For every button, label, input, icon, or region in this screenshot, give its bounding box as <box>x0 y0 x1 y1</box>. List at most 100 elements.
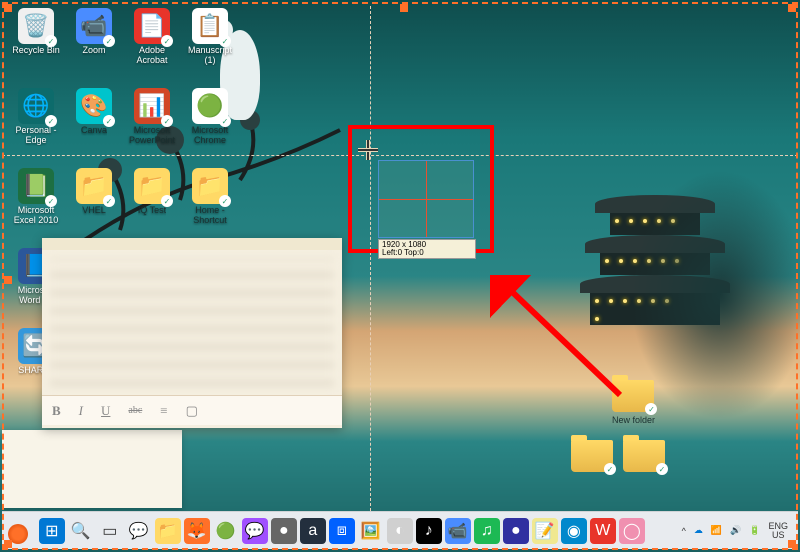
powerpoint-app-icon: 📊✓ <box>134 88 170 124</box>
sync-badge: ✓ <box>219 195 231 207</box>
chrome-app-icon: 🟢✓ <box>192 88 228 124</box>
sticky-note-header[interactable] <box>42 238 342 250</box>
powerpoint-app[interactable]: 📊✓Microsoft PowerPoint <box>124 86 180 164</box>
sync-badge: ✓ <box>103 115 115 127</box>
underline-button[interactable]: U <box>101 403 110 419</box>
sticky-note-content[interactable] <box>42 250 342 395</box>
sync-badge: ✓ <box>219 115 231 127</box>
unknown-3[interactable]: ● <box>503 518 529 544</box>
task-view[interactable]: ▭ <box>97 518 123 544</box>
sticky-note-2[interactable] <box>2 430 182 508</box>
vhel-folder-label: VHEL <box>82 206 106 216</box>
canva-app-label: Canva <box>81 126 107 136</box>
canva-app-icon: 🎨✓ <box>76 88 112 124</box>
unknown-4[interactable]: ◉ <box>561 518 587 544</box>
sync-badge: ✓ <box>103 195 115 207</box>
sticky-note-window[interactable]: B I U abc ≡ ▢ <box>42 238 342 428</box>
unknown-1[interactable]: ● <box>271 518 297 544</box>
iq-test-folder-icon: 📁✓ <box>134 168 170 204</box>
chrome-app[interactable]: 🟢✓Microsoft Chrome <box>182 86 238 164</box>
sync-badge: ✓ <box>45 115 57 127</box>
recycle-bin-icon: 🗑️✓ <box>18 8 54 44</box>
widgets[interactable]: 💬 <box>126 518 152 544</box>
iq-test-folder[interactable]: 📁✓ IQ Test <box>124 166 180 244</box>
photos[interactable]: 🖼️ <box>358 518 384 544</box>
sync-badge: ✓ <box>45 195 57 207</box>
search-button[interactable]: 🔍 <box>68 518 94 544</box>
edge-personal-label: Personal - Edge <box>10 126 62 146</box>
zoom-tb[interactable]: 📹 <box>445 518 471 544</box>
adobe-acrobat-label: Adobe Acrobat <box>126 46 178 66</box>
image-button[interactable]: ▢ <box>186 403 198 419</box>
wps[interactable]: W <box>590 518 616 544</box>
sticky-note-toolbar: B I U abc ≡ ▢ <box>42 395 342 425</box>
recycle-bin[interactable]: 🗑️✓ Recycle Bin <box>8 6 64 84</box>
sync-badge: ✓ <box>161 35 173 47</box>
edge-personal-icon: 🌐✓ <box>18 88 54 124</box>
zoom-app[interactable]: 📹✓ Zoom <box>66 6 122 84</box>
onedrive-icon[interactable]: ☁ <box>694 525 703 536</box>
system-tray[interactable]: ^ ☁ 📶 🔊 🔋 ENG US <box>682 522 798 540</box>
vhel-folder-icon: 📁✓ <box>76 168 112 204</box>
taskbar-orange-indicator[interactable] <box>8 524 28 544</box>
canva-app[interactable]: 🎨✓ Canva <box>66 86 122 164</box>
desktop-folder-1[interactable]: ✓ <box>571 440 613 472</box>
home-shortcut[interactable]: 📁✓Home - Shortcut <box>182 166 238 244</box>
folder-icon: ✓ <box>623 440 665 472</box>
folder-icon: ✓ <box>571 440 613 472</box>
dropbox[interactable]: ⧈ <box>329 518 355 544</box>
manuscript-doc[interactable]: 📋✓Manuscript (1) <box>182 6 238 84</box>
italic-button[interactable]: I <box>79 403 83 419</box>
list-button[interactable]: ≡ <box>160 403 167 419</box>
adobe-acrobat-icon: 📄✓ <box>134 8 170 44</box>
magnifier-info-box: 1920 x 1080 Left:0 Top:0 <box>378 239 476 259</box>
start-button[interactable]: ⊞ <box>39 518 65 544</box>
taskbar: ⊞🔍▭💬📁🦊🟢💬●a⧈🖼️◐♪📹♫●📝◉W◯ ^ ☁ 📶 🔊 🔋 ENG US <box>2 511 798 549</box>
file-explorer[interactable]: 📁 <box>155 518 181 544</box>
sticky-notes-tb[interactable]: 📝 <box>532 518 558 544</box>
magnifier-position: Left:0 Top:0 <box>382 249 472 257</box>
chrome-tb[interactable]: 🟢 <box>213 518 239 544</box>
home-shortcut-label: Home - Shortcut <box>184 206 236 226</box>
new-folder-1-label: New folder <box>612 415 655 425</box>
sync-badge: ✓ <box>45 35 57 47</box>
edge-personal[interactable]: 🌐✓Personal - Edge <box>8 86 64 164</box>
amazon[interactable]: a <box>300 518 326 544</box>
vhel-folder[interactable]: 📁✓ VHEL <box>66 166 122 244</box>
sync-badge: ✓ <box>103 35 115 47</box>
recycle-bin-label: Recycle Bin <box>12 46 60 56</box>
strikethrough-button[interactable]: abc <box>128 405 142 416</box>
screenshot-magnifier: 1920 x 1080 Left:0 Top:0 <box>378 160 474 238</box>
sync-badge: ✓ <box>219 35 231 47</box>
wifi-icon[interactable]: 📶 <box>711 525 722 536</box>
crosshair-vertical-line <box>370 6 371 511</box>
excel-2010-label: Microsoft Excel 2010 <box>10 206 62 226</box>
sync-badge: ✓ <box>161 195 173 207</box>
annotation-arrow <box>490 275 630 410</box>
tray-chevron-icon[interactable]: ^ <box>682 526 686 536</box>
language-indicator[interactable]: ENG US <box>768 522 788 540</box>
manuscript-doc-icon: 📋✓ <box>192 8 228 44</box>
battery-icon[interactable]: 🔋 <box>749 525 760 536</box>
iq-test-folder-label: IQ Test <box>138 206 166 216</box>
tiktok[interactable]: ♪ <box>416 518 442 544</box>
manuscript-doc-label: Manuscript (1) <box>184 46 236 66</box>
desktop-folder-2[interactable]: ✓ <box>623 440 665 472</box>
zoom-app-label: Zoom <box>82 46 105 56</box>
excel-2010-icon: 📗✓ <box>18 168 54 204</box>
firefox[interactable]: 🦊 <box>184 518 210 544</box>
powerpoint-app-label: Microsoft PowerPoint <box>126 126 178 146</box>
excel-2010[interactable]: 📗✓Microsoft Excel 2010 <box>8 166 64 244</box>
home-shortcut-icon: 📁✓ <box>192 168 228 204</box>
bold-button[interactable]: B <box>52 403 61 419</box>
tree-decoration <box>630 170 800 420</box>
unknown-2[interactable]: ◐ <box>387 518 413 544</box>
spotify[interactable]: ♫ <box>474 518 500 544</box>
unknown-5[interactable]: ◯ <box>619 518 645 544</box>
zoom-app-icon: 📹✓ <box>76 8 112 44</box>
messenger[interactable]: 💬 <box>242 518 268 544</box>
adobe-acrobat[interactable]: 📄✓Adobe Acrobat <box>124 6 180 84</box>
sync-badge: ✓ <box>161 115 173 127</box>
chrome-app-label: Microsoft Chrome <box>184 126 236 146</box>
volume-icon[interactable]: 🔊 <box>730 525 741 536</box>
